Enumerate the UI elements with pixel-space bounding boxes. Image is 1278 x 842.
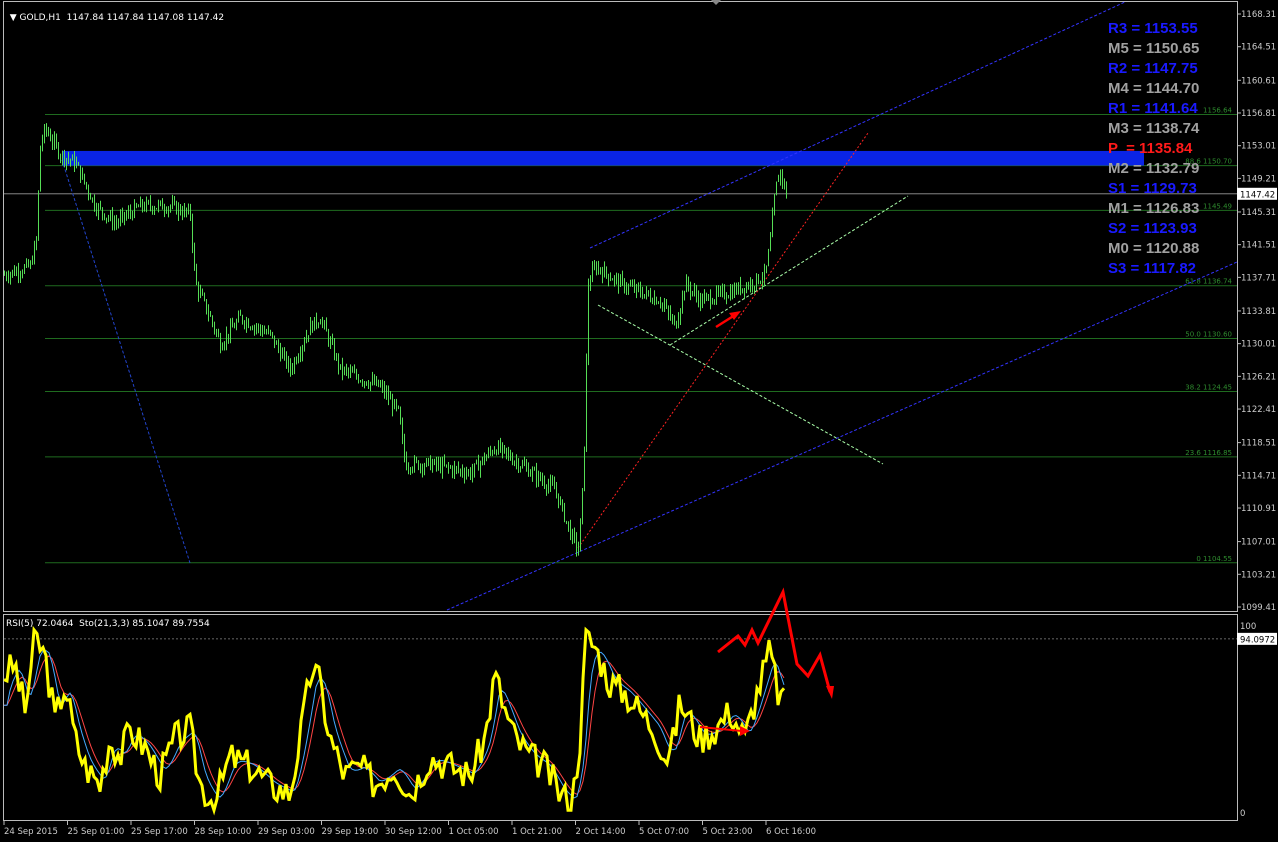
time-tick-label: 1 Oct 05:00: [449, 827, 499, 837]
dropdown-triangle-icon[interactable]: ▼: [10, 13, 17, 23]
down-arrow-head-icon: [826, 686, 834, 699]
price-tick-label: 1168.31: [1241, 10, 1276, 20]
pivot-level-label: P = 1135.84: [1108, 140, 1193, 157]
price-tick-label: 1118.51: [1241, 439, 1276, 449]
time-tick-label: 1 Oct 21:00: [512, 827, 562, 837]
indicator-top-level: 100: [1240, 622, 1256, 632]
resistance-zone: [62, 150, 1144, 166]
price-tick-label: 1133.81: [1241, 307, 1276, 317]
current-price-label: 1147.42: [1240, 190, 1275, 200]
time-tick-label: 5 Oct 07:00: [639, 827, 689, 837]
pivot-level-label: M2 = 1132.79: [1108, 160, 1200, 177]
fib-level-label: 0 1104.55: [1196, 555, 1232, 563]
price-tick-label: 1110.91: [1241, 504, 1276, 514]
price-tick-label: 1107.01: [1241, 538, 1276, 548]
time-tick-label: 25 Sep 17:00: [131, 827, 188, 837]
fib-level-label: 23.6 1116.85: [1185, 449, 1232, 457]
time-tick-label: 28 Sep 10:00: [195, 827, 252, 837]
indicator-panel-frame: [3, 614, 1238, 821]
price-tick-label: 1126.21: [1241, 372, 1276, 382]
price-tick-label: 1137.71: [1241, 273, 1276, 283]
indicator-header: RSI(5) 72.0464 Sto(21,3,3) 85.1047 89.75…: [6, 619, 210, 629]
time-tick-label: 29 Sep 19:00: [322, 827, 379, 837]
fib-level-label: 50.0 1130.60: [1185, 331, 1232, 339]
main-panel-frame: [3, 1, 1238, 612]
fib-level-label: 61.8 1136.74: [1185, 278, 1232, 286]
pivot-level-label: M0 = 1120.88: [1108, 240, 1200, 257]
pivot-level-label: M1 = 1126.83: [1108, 200, 1200, 217]
price-tick-label: 1164.51: [1241, 43, 1276, 53]
fib-level-label: 38.2 1124.45: [1185, 383, 1232, 391]
price-tick-label: 1153.01: [1241, 142, 1276, 152]
ascending-trendline: [577, 132, 869, 549]
pivot-level-label: M3 = 1138.74: [1108, 120, 1200, 137]
price-tick-label: 1145.31: [1241, 208, 1276, 218]
chart-canvas[interactable]: 1168.31 1164.51 1160.61 1156.81 1153.01 1149.…: [0, 0, 1278, 842]
price-tick-label: 1114.71: [1241, 471, 1276, 481]
price-candles: [4, 123, 787, 557]
pivot-level-label: M4 = 1144.70: [1108, 80, 1200, 97]
channel-lower-line: [446, 261, 1238, 611]
price-tick-label: 1141.51: [1241, 241, 1276, 251]
fib-level-label: 1156.64: [1203, 106, 1232, 114]
time-tick-label: 29 Sep 03:00: [258, 827, 315, 837]
pivot-level-label: M5 = 1150.65: [1108, 40, 1200, 57]
price-tick-label: 1156.81: [1241, 109, 1276, 119]
time-tick-label: 2 Oct 14:00: [576, 827, 626, 837]
price-tick-label: 1149.21: [1241, 174, 1276, 184]
price-tick-label: 1122.41: [1241, 405, 1276, 415]
price-tick-label: 1103.21: [1241, 570, 1276, 580]
pivot-level-label: R2 = 1147.75: [1108, 60, 1198, 77]
green-dashed-line-1: [597, 304, 884, 465]
pivot-level-label: S3 = 1117.82: [1108, 260, 1197, 277]
time-tick-label: 5 Oct 23:00: [703, 827, 753, 837]
time-tick-label: 24 Sep 2015: [4, 827, 58, 837]
pivot-level-label: R1 = 1141.64: [1108, 100, 1198, 117]
symbol-label: GOLD,H1: [19, 13, 61, 23]
time-tick-label: 25 Sep 01:00: [68, 827, 125, 837]
pivot-level-label: S2 = 1123.93: [1108, 220, 1197, 237]
time-tick-label: 30 Sep 12:00: [385, 827, 442, 837]
indicator-bottom-level: 0: [1240, 809, 1245, 819]
chart-scroll-marker-icon[interactable]: [711, 0, 721, 5]
ohlc-values: 1147.84 1147.84 1147.08 1147.42: [66, 13, 225, 23]
price-tick-label: 1160.61: [1241, 76, 1276, 86]
chart-header: ▼ GOLD,H1 1147.84 1147.84 1147.08 1147.4…: [4, 3, 224, 23]
time-tick-label: 6 Oct 16:00: [766, 827, 816, 837]
pivot-level-label: R3 = 1153.55: [1108, 20, 1198, 37]
price-tick-label: 1130.01: [1241, 340, 1276, 350]
rsi-line: [3, 625, 786, 816]
indicator-current-label: 94.0972: [1240, 635, 1275, 645]
pivot-level-label: S1 = 1129.73: [1108, 180, 1197, 197]
channel-upper-line: [589, 1, 1126, 249]
green-dashed-line-2: [669, 195, 909, 346]
fib-level-label: 1145.49: [1203, 202, 1232, 210]
price-tick-label: 1099.41: [1241, 603, 1276, 613]
